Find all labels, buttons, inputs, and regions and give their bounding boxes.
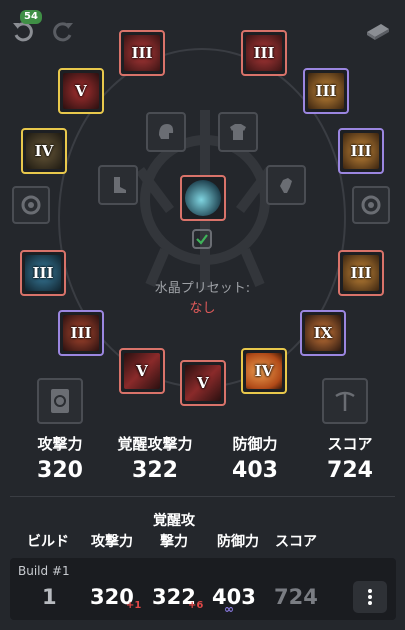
alchemy-stone-placeholder-slot[interactable] (322, 378, 368, 424)
right-ring-upper-slot[interactable]: III (303, 68, 349, 114)
gloves-outline-icon (280, 178, 292, 193)
score-column-header: スコア (275, 534, 317, 550)
crystal-icon (185, 180, 221, 216)
tome-icon (51, 389, 69, 413)
build-column-header: ビルド (27, 534, 69, 550)
artifact-placeholder-slot[interactable] (37, 378, 83, 424)
boots-outline-icon (114, 177, 126, 193)
pickaxe-icon (335, 391, 355, 411)
armor-placeholder-slot[interactable] (218, 112, 258, 152)
undo-count-badge: 54 (20, 10, 42, 24)
gloves-placeholder-slot[interactable] (266, 165, 306, 205)
sub-weapon-slot[interactable]: IV (241, 348, 287, 394)
awakening-weapon-slot[interactable]: V (180, 360, 226, 406)
dp-column-header: 防御力 (217, 534, 259, 550)
build-ap-delta: +1 (126, 600, 142, 611)
left-helmet-slot[interactable]: III (119, 30, 165, 76)
right-armor-slot[interactable]: III (241, 30, 287, 76)
right-crystal-placeholder-slot[interactable] (352, 186, 390, 224)
helmet-placeholder-slot[interactable] (146, 112, 186, 152)
card-icon (367, 24, 389, 40)
ap-column-header: 攻撃力 (91, 534, 133, 550)
helmet-outline-icon (159, 124, 174, 139)
right-gloves-slot[interactable]: III (338, 250, 384, 296)
armor-outline-icon (230, 124, 246, 140)
aap-column-header-line2: 撃力 (160, 534, 188, 550)
crystal-socket-icon (21, 195, 41, 215)
build-aap-delta: +6 (188, 600, 204, 611)
dp-label: 防御力 (232, 435, 278, 453)
crystal-socket-icon (361, 195, 381, 215)
score-label: スコア (327, 435, 373, 453)
section-divider (10, 496, 395, 497)
right-earring-slot[interactable]: IX (300, 310, 346, 356)
left-bow-slot[interactable]: IV (21, 128, 67, 174)
share-button[interactable] (362, 16, 392, 46)
build-index: 1 (42, 585, 57, 609)
ap-value: 320 (37, 458, 83, 483)
checkmark-icon (196, 234, 208, 245)
aap-column-header-line1: 覚醒攻 (153, 513, 195, 529)
left-necklace-slot[interactable]: V (58, 68, 104, 114)
dp-value: 403 (232, 458, 278, 483)
left-crystal-placeholder-slot[interactable] (12, 186, 50, 224)
right-ring-lower-slot[interactable]: III (338, 128, 384, 174)
aap-value: 322 (132, 458, 178, 483)
build-dp-delta: ∞ (224, 602, 234, 616)
build-menu-button[interactable] (353, 581, 387, 613)
build-score-value: 724 (274, 585, 318, 609)
left-belt-slot[interactable]: III (58, 310, 104, 356)
build-title: Build #1 (18, 564, 70, 578)
center-crystal-slot[interactable] (180, 175, 226, 221)
shoes-placeholder-slot[interactable] (98, 165, 138, 205)
aap-label: 覚醒攻撃力 (117, 435, 193, 453)
more-vertical-icon (368, 589, 372, 605)
crystal-checkbox[interactable] (192, 229, 212, 249)
score-value: 724 (327, 458, 373, 483)
main-weapon-slot[interactable]: V (119, 348, 165, 394)
left-gloves-slot[interactable]: III (20, 250, 66, 296)
redo-button[interactable] (48, 16, 78, 46)
redo-icon (53, 22, 73, 42)
ap-label: 攻撃力 (37, 435, 83, 453)
